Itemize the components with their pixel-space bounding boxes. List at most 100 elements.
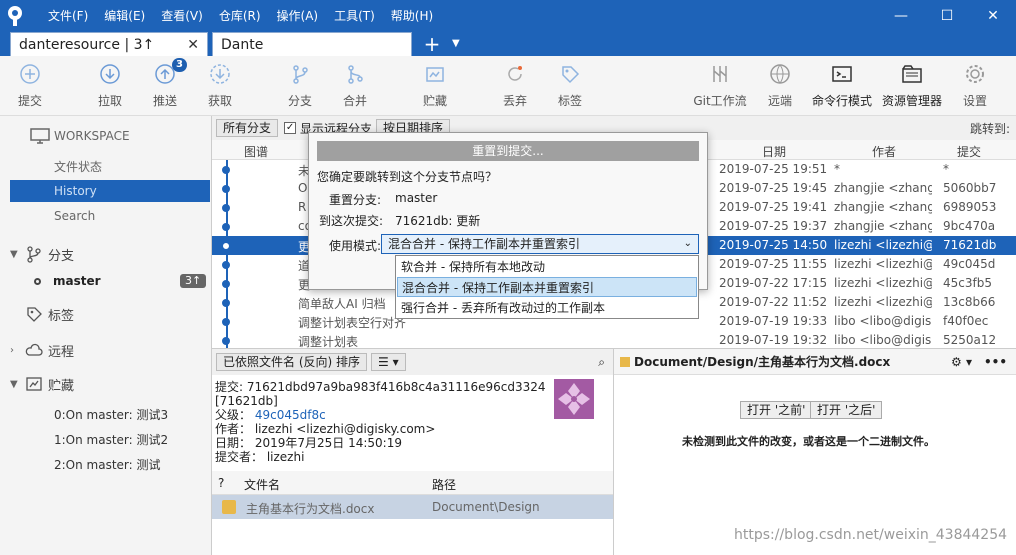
menu-file[interactable]: 文件(F) [40,0,96,32]
commit-hash-line: 提交: 71621dbd97a9ba983f416b8c4a31116e96cd… [215,380,546,394]
gitflow-button[interactable]: Git工作流 [690,62,750,109]
commit-date: 2019-07-25 19:51 [719,162,828,176]
stash-button[interactable]: 贮藏 [405,62,465,109]
plus-circle-icon [18,62,42,86]
commit-author: lizezhi <lizezhi@ [834,257,932,271]
col-path[interactable]: 路径 [432,476,456,493]
commit-node-icon [222,261,230,269]
open-before-button[interactable]: 打开 '之前' [740,401,813,419]
commit-date: 2019-07-22 17:15 [719,276,828,290]
commit-date: 2019-07-25 14:50 [719,238,828,252]
commit-description: 简单敌人AI 归档 [298,297,386,311]
sidebar-section-branches[interactable]: ▼ 分支 [10,244,74,264]
jump-to-label: 跳转到: [969,121,1010,136]
reset-mode-select[interactable]: 混合合并 - 保持工作副本并重置索引 ⌄ [381,234,699,254]
tab-close-icon[interactable]: ✕ [187,37,199,53]
modified-file-icon [620,356,630,367]
commit-button[interactable]: 提交 [0,62,60,109]
preview-header: Document/Design/主角基本行为文档.docx ⚙ ▾ ••• [614,349,1016,375]
commit-description: 调整计划表空行对齐 [298,316,407,330]
option-mixed[interactable]: 混合合并 - 保持工作副本并重置索引 [397,277,697,297]
sourcetree-logo-icon[interactable] [0,0,30,32]
main-toolbar: 提交 拉取 3 推送 获取 分支 合并 贮藏 丢弃 标签 Git工作流 远端 命… [0,56,1016,116]
add-tab-icon[interactable]: + [420,32,444,56]
more-options-icon[interactable]: ••• [984,355,1007,369]
minimize-icon[interactable]: — [878,0,924,32]
sidebar-branch-master[interactable]: master [34,274,101,288]
menu-actions[interactable]: 操作(A) [269,0,327,32]
settings-button[interactable]: 设置 [945,62,1005,109]
commit-hash: 6989053 [943,200,997,214]
col-author[interactable]: 作者 [872,143,896,160]
discard-button[interactable]: 丢弃 [485,62,545,109]
close-icon[interactable]: ✕ [970,0,1016,32]
commit-date: 2019-07-19 19:33 [719,314,828,328]
merge-button[interactable]: 合并 [325,62,385,109]
col-filename[interactable]: 文件名 [244,476,280,493]
stash-item[interactable]: 0:On master: 测试3 [54,406,168,423]
open-after-button[interactable]: 打开 '之后' [810,401,883,419]
branch-filter-select[interactable]: 所有分支 [216,119,279,137]
title-bar: 文件(F) 编辑(E) 查看(V) 仓库(R) 操作(A) 工具(T) 帮助(H… [0,0,1016,32]
commit-hash: 71621db [943,238,997,252]
maximize-icon[interactable]: ☐ [924,0,970,32]
sidebar-section-stashes[interactable]: ▼ 贮藏 [10,374,74,394]
menu-view[interactable]: 查看(V) [153,0,211,32]
tab-danteresource[interactable]: danteresource | 3↑ ✕ [10,32,208,56]
commit-node-icon [222,204,230,212]
commit-author: libo <libo@digis [834,333,932,347]
sidebar-section-tags[interactable]: 标签 [24,304,74,324]
checkbox-icon: ✓ [284,122,297,134]
push-button[interactable]: 3 推送 [135,58,195,109]
menu-bar: 文件(F) 编辑(E) 查看(V) 仓库(R) 操作(A) 工具(T) 帮助(H… [40,0,441,32]
explorer-button[interactable]: 资源管理器 [882,62,942,109]
sidebar-section-remotes[interactable]: › 远程 [10,340,74,360]
workspace-header: WORKSPACE [30,128,130,144]
view-mode-select[interactable]: ☰ ▾ [371,353,406,371]
commit-author: lizezhi <lizezhi@ [834,276,932,290]
fetch-button[interactable]: 获取 [190,62,250,109]
stash-icon [423,62,447,86]
col-commit[interactable]: 提交 [957,143,981,160]
search-icon[interactable]: ⌕ [598,355,605,370]
author-avatar [554,379,594,419]
chevron-down-icon: ⌄ [683,238,692,249]
remote-button[interactable]: 远端 [750,62,810,109]
menu-repository[interactable]: 仓库(R) [211,0,269,32]
tag-button[interactable]: 标签 [540,62,600,109]
chevron-down-icon[interactable]: ▼ [452,32,460,56]
reset-mode-label: 使用模式: [329,239,382,253]
preview-file-title: Document/Design/主角基本行为文档.docx [634,355,891,369]
gear-icon[interactable]: ⚙ ▾ [951,355,972,369]
menu-help[interactable]: 帮助(H) [383,0,441,32]
terminal-icon [830,62,854,86]
discard-icon [503,62,527,86]
target-commit-value: 71621db: 更新 [395,214,481,228]
tab-dante[interactable]: Dante [212,32,412,56]
menu-tools[interactable]: 工具(T) [326,0,383,32]
col-date[interactable]: 日期 [762,143,786,160]
date-line: 日期： 2019年7月25日 14:50:19 [215,436,402,450]
file-name: 主角基本行为文档.docx [246,502,375,516]
fetch-circle-icon [208,62,232,86]
reset-branch-value: master [395,191,438,205]
option-hard[interactable]: 强行合并 - 丢弃所有改动过的工作副本 [397,298,697,318]
col-status[interactable]: ? [218,476,224,490]
col-graph[interactable]: 图谱 [244,143,268,160]
pull-button[interactable]: 拉取 [80,62,140,109]
file-sort-select[interactable]: 已依照文件名 (反向) 排序 [216,353,367,371]
terminal-button[interactable]: 命令行模式 [812,62,872,109]
stash-item[interactable]: 2:On master: 测试 [54,456,161,473]
parent-hash-link[interactable]: 49c045df8c [255,408,326,422]
sidebar-item-history[interactable]: History [10,180,210,202]
commit-hash: * [943,162,949,176]
sidebar-item-file-status[interactable]: 文件状态 [10,156,210,178]
menu-edit[interactable]: 编辑(E) [96,0,153,32]
file-row[interactable]: 主角基本行为文档.docx Document\Design [212,495,613,519]
commit-details-panel: 已依照文件名 (反向) 排序 ☰ ▾ ⌕ 提交: 71621dbd97a9ba9… [212,348,613,555]
branch-button[interactable]: 分支 [270,62,330,109]
stash-item[interactable]: 1:On master: 测试2 [54,431,168,448]
sidebar-item-search[interactable]: Search [10,205,210,227]
option-soft[interactable]: 软合并 - 保持所有本地改动 [397,257,697,277]
commit-date: 2019-07-25 19:37 [719,219,828,233]
